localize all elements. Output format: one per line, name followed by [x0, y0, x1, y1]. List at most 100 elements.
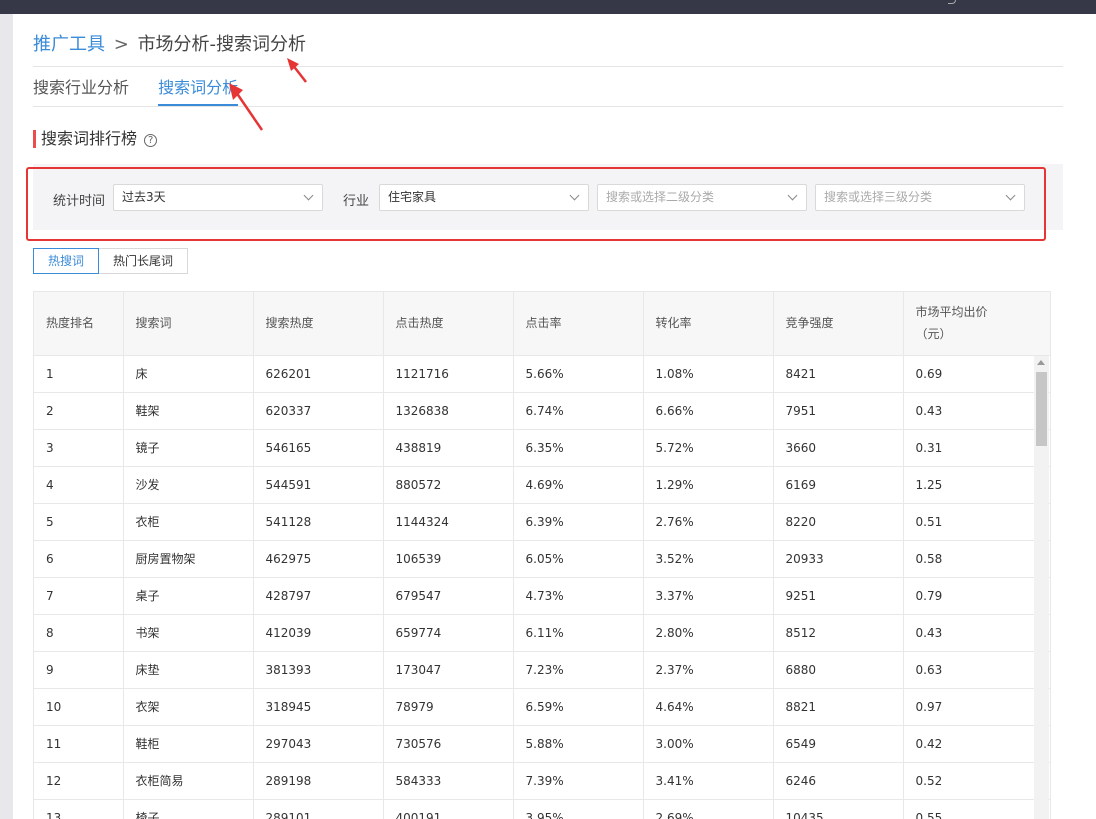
hot-search-terms-button[interactable]: 热搜词: [33, 248, 100, 274]
tab-bar: 搜索行业分析 搜索词分析: [33, 76, 262, 106]
table-row[interactable]: 3 镜子 546165 438819 6.35% 5.72% 3660 0.31: [34, 429, 1050, 467]
rank-cell: 11: [34, 725, 124, 763]
keyword-cell: 沙发: [123, 466, 254, 504]
breadcrumb-separator: >: [113, 34, 129, 55]
level3-category-select[interactable]: 搜索或选择三级分类: [815, 184, 1025, 211]
keyword-type-toggle: 热搜词 热门长尾词: [33, 248, 189, 274]
rank-cell: 3: [34, 429, 124, 467]
search-heat-cell: 428797: [253, 577, 384, 615]
table-row[interactable]: 8 书架 412039 659774 6.11% 2.80% 8512 0.43: [34, 614, 1050, 652]
table-row[interactable]: 1 床 626201 1121716 5.66% 1.08% 8421 0.69: [34, 355, 1050, 393]
industry-filter-label: 行业: [343, 194, 370, 209]
table-row[interactable]: 13 椅子 289101 400191 3.95% 2.69% 10435 0.55: [34, 799, 1050, 819]
column-header-competition[interactable]: 竞争强度: [773, 292, 904, 356]
click-heat-cell: 438819: [383, 429, 514, 467]
keyword-cell: 衣架: [123, 688, 254, 726]
competition-cell: 10435: [773, 799, 904, 819]
scrollbar-thumb[interactable]: [1036, 372, 1047, 446]
user-menu-caret-icon[interactable]: [948, 0, 956, 4]
avg-bid-cell: 0.52: [903, 762, 1050, 800]
tab-search-term-analysis[interactable]: 搜索词分析: [158, 76, 239, 106]
rank-cell: 9: [34, 651, 124, 689]
conversion-cell: 3.41%: [643, 762, 774, 800]
scroll-up-arrow-icon[interactable]: [1037, 360, 1045, 365]
column-header-conversion[interactable]: 转化率: [643, 292, 774, 356]
chevron-down-icon: [787, 190, 798, 201]
rank-cell: 1: [34, 355, 124, 393]
rank-cell: 13: [34, 799, 124, 819]
table-header-row: 热度排名 搜索词 搜索热度 点击热度 点击率 转化率 竞争强度 市场平均出价 （…: [34, 292, 1050, 356]
competition-cell: 8821: [773, 688, 904, 726]
ctr-cell: 7.23%: [513, 651, 644, 689]
competition-cell: 6880: [773, 651, 904, 689]
ctr-cell: 3.95%: [513, 799, 644, 819]
column-header-rank[interactable]: 热度排名: [34, 292, 124, 356]
keyword-cell: 厨房置物架: [123, 540, 254, 578]
rank-cell: 10: [34, 688, 124, 726]
conversion-cell: 1.08%: [643, 355, 774, 393]
avg-bid-cell: 0.58: [903, 540, 1050, 578]
industry-select[interactable]: 住宅家具: [379, 184, 589, 211]
competition-cell: 3660: [773, 429, 904, 467]
table-row[interactable]: 9 床垫 381393 173047 7.23% 2.37% 6880 0.63: [34, 651, 1050, 689]
top-nav-bar: [0, 0, 1096, 14]
level2-category-select[interactable]: 搜索或选择二级分类: [597, 184, 807, 211]
avg-bid-cell: 0.69: [903, 355, 1050, 393]
table-row[interactable]: 2 鞋架 620337 1326838 6.74% 6.66% 7951 0.43: [34, 392, 1050, 430]
rank-cell: 4: [34, 466, 124, 504]
table-row[interactable]: 6 厨房置物架 462975 106539 6.05% 3.52% 20933 0.58: [34, 540, 1050, 578]
table-row[interactable]: 7 桌子 428797 679547 4.73% 3.37% 9251 0.79: [34, 577, 1050, 615]
breadcrumb-current: 市场分析-搜索词分析: [137, 34, 307, 55]
conversion-cell: 2.37%: [643, 651, 774, 689]
ctr-cell: 6.35%: [513, 429, 644, 467]
rank-cell: 6: [34, 540, 124, 578]
chevron-down-icon: [1005, 190, 1016, 201]
column-header-search-heat[interactable]: 搜索热度: [253, 292, 384, 356]
table-row[interactable]: 4 沙发 544591 880572 4.69% 1.29% 6169 1.25: [34, 466, 1050, 504]
keyword-cell: 床: [123, 355, 254, 393]
conversion-cell: 5.72%: [643, 429, 774, 467]
keyword-cell: 衣柜: [123, 503, 254, 541]
help-icon[interactable]: ?: [144, 134, 158, 147]
competition-cell: 7951: [773, 392, 904, 430]
keyword-cell: 桌子: [123, 577, 254, 615]
column-header-avg-bid[interactable]: 市场平均出价 （元）: [903, 292, 1050, 356]
search-heat-cell: 412039: [253, 614, 384, 652]
search-heat-cell: 620337: [253, 392, 384, 430]
avg-bid-cell: 0.31: [903, 429, 1050, 467]
click-heat-cell: 880572: [383, 466, 514, 504]
competition-cell: 8220: [773, 503, 904, 541]
divider: [33, 66, 1063, 67]
rank-cell: 5: [34, 503, 124, 541]
competition-cell: 6246: [773, 762, 904, 800]
ctr-cell: 4.73%: [513, 577, 644, 615]
search-heat-cell: 541128: [253, 503, 384, 541]
ctr-cell: 6.11%: [513, 614, 644, 652]
search-heat-cell: 318945: [253, 688, 384, 726]
table-scrollbar[interactable]: [1034, 356, 1049, 819]
rank-cell: 12: [34, 762, 124, 800]
table-row[interactable]: 12 衣柜简易 289198 584333 7.39% 3.41% 6246 0.52: [34, 762, 1050, 800]
column-header-ctr[interactable]: 点击率: [513, 292, 644, 356]
keyword-cell: 椅子: [123, 799, 254, 819]
industry-value: 住宅家具: [388, 190, 437, 204]
table-row[interactable]: 5 衣柜 541128 1144324 6.39% 2.76% 8220 0.51: [34, 503, 1050, 541]
avg-bid-header-unit: （元）: [915, 327, 952, 342]
competition-cell: 6169: [773, 466, 904, 504]
keyword-cell: 床垫: [123, 651, 254, 689]
column-header-keyword[interactable]: 搜索词: [123, 292, 254, 356]
time-range-select[interactable]: 过去3天: [113, 184, 323, 211]
hot-longtail-terms-button[interactable]: 热门长尾词: [99, 248, 189, 274]
divider: [33, 106, 1063, 107]
conversion-cell: 2.80%: [643, 614, 774, 652]
table-row[interactable]: 11 鞋柜 297043 730576 5.88% 3.00% 6549 0.42: [34, 725, 1050, 763]
search-heat-cell: 289101: [253, 799, 384, 819]
breadcrumb-link-promotion-tools[interactable]: 推广工具: [33, 34, 105, 55]
tab-search-industry-analysis[interactable]: 搜索行业分析: [33, 76, 129, 106]
table-row[interactable]: 10 衣架 318945 78979 6.59% 4.64% 8821 0.97: [34, 688, 1050, 726]
click-heat-cell: 659774: [383, 614, 514, 652]
search-heat-cell: 544591: [253, 466, 384, 504]
column-header-click-heat[interactable]: 点击热度: [383, 292, 514, 356]
search-heat-cell: 462975: [253, 540, 384, 578]
conversion-cell: 1.29%: [643, 466, 774, 504]
